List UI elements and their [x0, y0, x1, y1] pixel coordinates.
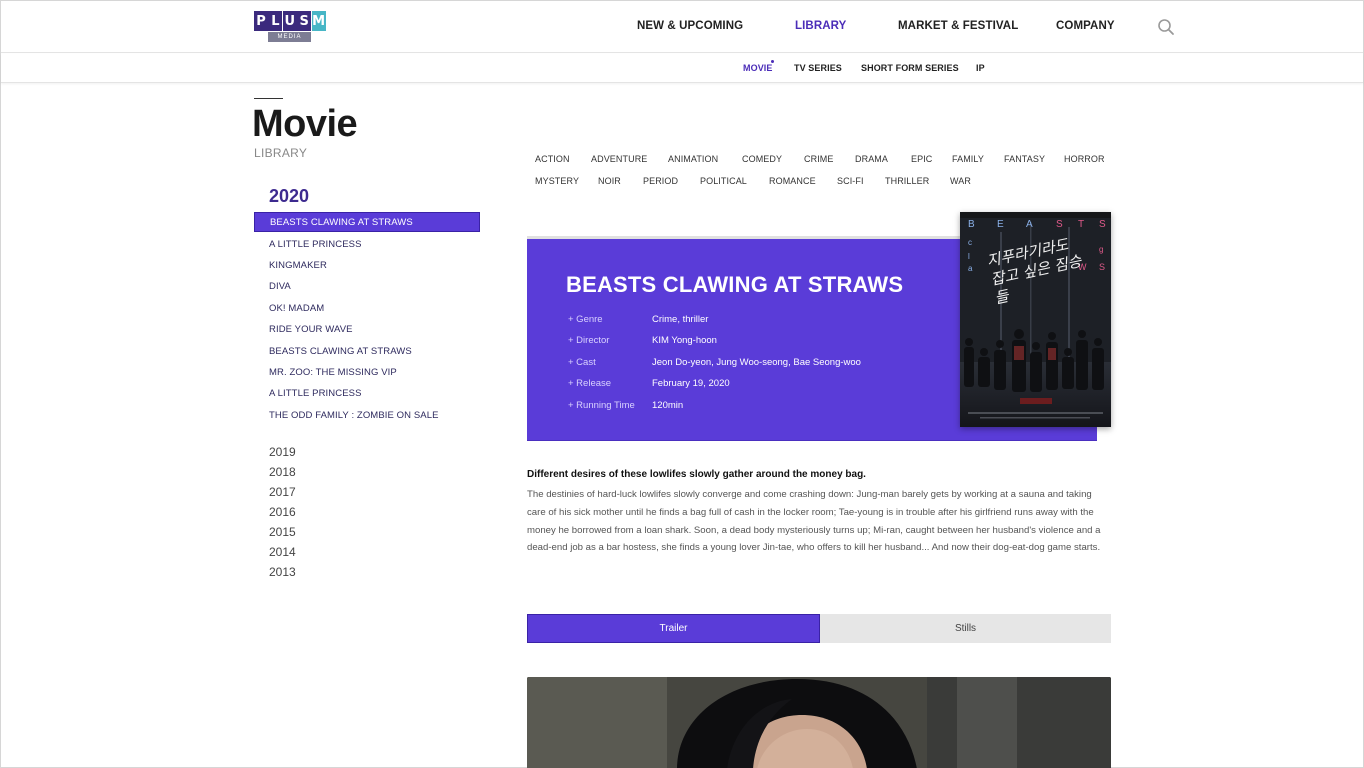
- poster-letter: A: [1026, 219, 1033, 230]
- sub-nav: MOVIE TV SERIES SHORT FORM SERIES IP: [1, 54, 1363, 83]
- genre-period[interactable]: PERIOD: [643, 176, 678, 186]
- genre-mystery[interactable]: MYSTERY: [535, 176, 579, 186]
- genre-adventure[interactable]: ADVENTURE: [591, 154, 647, 164]
- trailer-frame: [527, 677, 1111, 768]
- poster-letter: a: [968, 264, 973, 273]
- info-value: Jeon Do-yeon, Jung Woo-seong, Bae Seong-…: [652, 357, 861, 368]
- subnav-tv-series[interactable]: TV SERIES: [794, 63, 842, 73]
- genre-horror[interactable]: HORROR: [1064, 154, 1105, 164]
- year-item-2017[interactable]: 2017: [269, 482, 296, 502]
- year-item-2018[interactable]: 2018: [269, 462, 296, 482]
- year-item-2013[interactable]: 2013: [269, 562, 296, 582]
- poster-letter: S: [1056, 219, 1063, 230]
- info-label: + Release: [568, 378, 612, 389]
- nav-market-festival[interactable]: MARKET & FESTIVAL: [898, 20, 1018, 32]
- subnav-movie[interactable]: MOVIE: [743, 63, 773, 73]
- poster-letter: g: [1099, 245, 1104, 254]
- info-label: + Cast: [568, 357, 596, 368]
- movie-list-item[interactable]: DIVA: [254, 276, 480, 297]
- info-value: 120min: [652, 400, 684, 411]
- movie-list-item[interactable]: A LITTLE PRINCESS: [254, 383, 480, 404]
- subnav-ip[interactable]: IP: [976, 63, 985, 73]
- info-label: + Director: [568, 335, 610, 346]
- genre-sci-fi[interactable]: SCI-FI: [837, 176, 864, 186]
- year-item-2015[interactable]: 2015: [269, 522, 296, 542]
- genre-noir[interactable]: NOIR: [598, 176, 621, 186]
- movie-list-item[interactable]: BEASTS CLAWING AT STRAWS: [254, 340, 480, 361]
- genre-romance[interactable]: ROMANCE: [769, 176, 816, 186]
- poster-letter: B: [968, 219, 975, 230]
- trailer-video[interactable]: [527, 677, 1111, 768]
- search-button[interactable]: [1157, 18, 1175, 36]
- poster-letter: E: [997, 219, 1004, 230]
- genre-fantasy[interactable]: FANTASY: [1004, 154, 1045, 164]
- genre-political[interactable]: POLITICAL: [700, 176, 747, 186]
- genre-animation[interactable]: ANIMATION: [668, 154, 718, 164]
- synopsis-text: The destinies of hard-luck lowlifes slow…: [527, 489, 1101, 554]
- genre-thriller[interactable]: THRILLER: [885, 176, 929, 186]
- year-list: 2019 2018 2017 2016 2015 2014 2013: [269, 442, 296, 582]
- site-header: P L U S M MEDIA NEW & UPCOMING LIBRARY M…: [1, 1, 1363, 53]
- movie-list-item[interactable]: A LITTLE PRINCESS: [254, 233, 480, 254]
- current-year-heading[interactable]: 2020: [269, 186, 309, 207]
- year-item-2019[interactable]: 2019: [269, 442, 296, 462]
- genre-family[interactable]: FAMILY: [952, 154, 984, 164]
- active-dot: [771, 60, 774, 63]
- movie-list: BEASTS CLAWING AT STRAWS A LITTLE PRINCE…: [254, 212, 480, 426]
- movie-list-item-active[interactable]: BEASTS CLAWING AT STRAWS: [254, 212, 480, 232]
- title-rule: [254, 98, 283, 99]
- info-value: Crime, thriller: [652, 314, 709, 325]
- year-item-2016[interactable]: 2016: [269, 502, 296, 522]
- genre-drama[interactable]: DRAMA: [855, 154, 888, 164]
- movie-list-item[interactable]: KINGMAKER: [254, 255, 480, 276]
- poster-letter: l: [968, 252, 970, 261]
- movie-list-item[interactable]: RIDE YOUR WAVE: [254, 319, 480, 340]
- genre-war[interactable]: WAR: [950, 176, 971, 186]
- genre-comedy[interactable]: COMEDY: [742, 154, 782, 164]
- synopsis: Different desires of these lowlifes slow…: [527, 468, 1113, 557]
- movie-poster[interactable]: B E A S T S c l a g W S 지푸라기라도 잡고 싶은 짐승들: [960, 212, 1111, 427]
- movie-list-item[interactable]: OK! MADAM: [254, 298, 480, 319]
- poster-letter: T: [1078, 219, 1085, 230]
- info-label: + Running Time: [568, 400, 635, 411]
- poster-letter: S: [1099, 219, 1106, 230]
- poster-letter: c: [968, 238, 972, 247]
- year-item-2014[interactable]: 2014: [269, 542, 296, 562]
- movie-list-item[interactable]: MR. ZOO: THE MISSING VIP: [254, 362, 480, 383]
- search-icon: [1158, 19, 1174, 35]
- nav-library[interactable]: LIBRARY: [795, 20, 846, 32]
- genre-crime[interactable]: CRIME: [804, 154, 834, 164]
- movie-title: BEASTS CLAWING AT STRAWS: [566, 272, 904, 297]
- info-label: + Genre: [568, 314, 603, 325]
- movie-list-item[interactable]: THE ODD FAMILY : ZOMBIE ON SALE: [254, 405, 480, 426]
- info-value: February 19, 2020: [652, 378, 730, 389]
- genre-epic[interactable]: EPIC: [911, 154, 932, 164]
- info-value: KIM Yong-hoon: [652, 335, 717, 346]
- page-subtitle: LIBRARY: [254, 146, 308, 160]
- tab-stills[interactable]: Stills: [820, 614, 1111, 643]
- poster-letter: S: [1099, 262, 1106, 272]
- tab-trailer[interactable]: Trailer: [527, 614, 820, 643]
- page-title: Movie: [252, 103, 358, 145]
- nav-new-upcoming[interactable]: NEW & UPCOMING: [637, 20, 743, 32]
- nav-company[interactable]: COMPANY: [1056, 20, 1115, 32]
- subnav-short-form-series[interactable]: SHORT FORM SERIES: [861, 63, 959, 73]
- synopsis-headline: Different desires of these lowlifes slow…: [527, 469, 866, 480]
- genre-action[interactable]: ACTION: [535, 154, 570, 164]
- media-tabs: Trailer Stills: [527, 614, 1111, 643]
